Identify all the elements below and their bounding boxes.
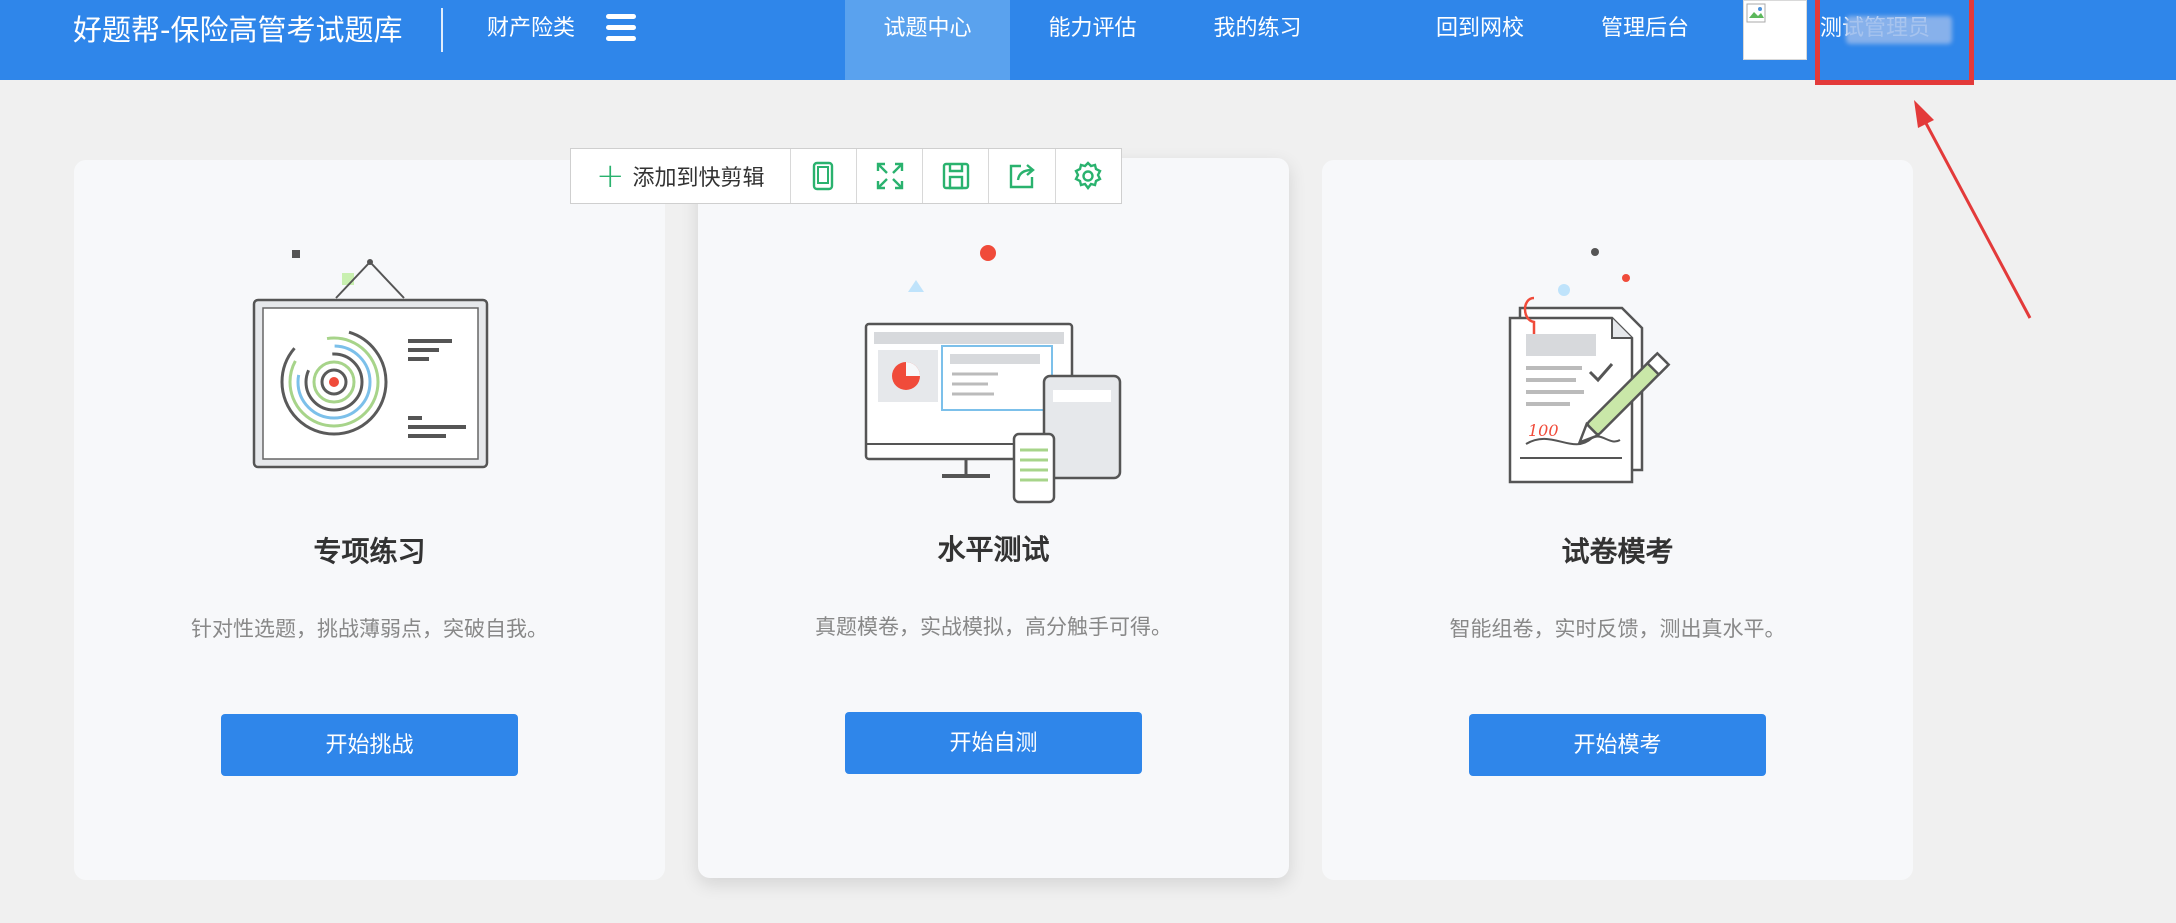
expand-icon — [876, 162, 903, 190]
nav-item-my-practice[interactable]: 我的练习 — [1175, 0, 1340, 80]
nav-item-admin-backend[interactable]: 管理后台 — [1565, 0, 1725, 80]
card-description: 智能组卷，实时反馈，测出真水平。 — [1449, 617, 1786, 641]
card-description: 针对性选题，挑战薄弱点，突破自我。 — [191, 617, 548, 641]
start-challenge-button[interactable]: 开始挑战 — [221, 714, 518, 776]
presentation-board-illustration — [252, 250, 489, 469]
add-to-quick-clip-label: 添加到快剪辑 — [632, 166, 765, 191]
category-selector[interactable]: 财产险类 — [487, 12, 575, 46]
card-description: 真题模卷，实战模拟，高分触手可得。 — [815, 615, 1172, 639]
annotation-highlight-box — [1815, 0, 1974, 85]
card-level-test: 水平测试 真题模卷，实战模拟，高分触手可得。 开始自测 — [698, 158, 1289, 878]
start-self-test-button[interactable]: 开始自测 — [845, 712, 1142, 774]
share-button[interactable] — [989, 149, 1056, 203]
card-title: 专项练习 — [313, 535, 426, 568]
tablet-icon — [813, 161, 834, 191]
settings-button[interactable] — [1056, 149, 1121, 203]
site-brand[interactable]: 好题帮-保险高管考试题库 — [73, 10, 402, 50]
quick-clip-toolbar: + 添加到快剪辑 — [570, 148, 1122, 204]
nav-item-back-to-school[interactable]: 回到网校 — [1400, 0, 1560, 80]
save-icon — [942, 162, 969, 190]
start-mock-exam-button[interactable]: 开始模考 — [1469, 714, 1766, 776]
add-to-quick-clip-button[interactable]: + 添加到快剪辑 — [571, 149, 791, 203]
card-title: 水平测试 — [937, 533, 1050, 566]
card-mock-exam: 100 试卷模考 智能组卷，实时反馈，测出真水平。 开始模考 — [1322, 160, 1913, 880]
share-icon — [1009, 164, 1035, 189]
plus-icon: + — [596, 156, 625, 196]
card-title: 试卷模考 — [1561, 535, 1674, 568]
save-button[interactable] — [923, 149, 990, 203]
settings-icon — [1074, 161, 1102, 190]
exam-paper-illustration: 100 — [1508, 248, 1671, 484]
brand-divider — [441, 8, 443, 52]
broken-image-icon — [1746, 3, 1766, 23]
annotation-arrow — [1914, 100, 2032, 319]
tablet-button[interactable] — [791, 149, 857, 203]
card-special-practice: 专项练习 针对性选题，挑战薄弱点，突破自我。 开始挑战 — [74, 160, 665, 880]
fullscreen-button[interactable] — [857, 149, 924, 203]
nav-item-ability-assessment[interactable]: 能力评估 — [1010, 0, 1175, 80]
nav-item-question-center[interactable]: 试题中心 — [845, 0, 1010, 80]
svg-text:100: 100 — [1528, 421, 1559, 440]
devices-illustration — [864, 245, 1122, 504]
menu-icon[interactable] — [606, 14, 636, 42]
avatar[interactable] — [1743, 0, 1807, 60]
